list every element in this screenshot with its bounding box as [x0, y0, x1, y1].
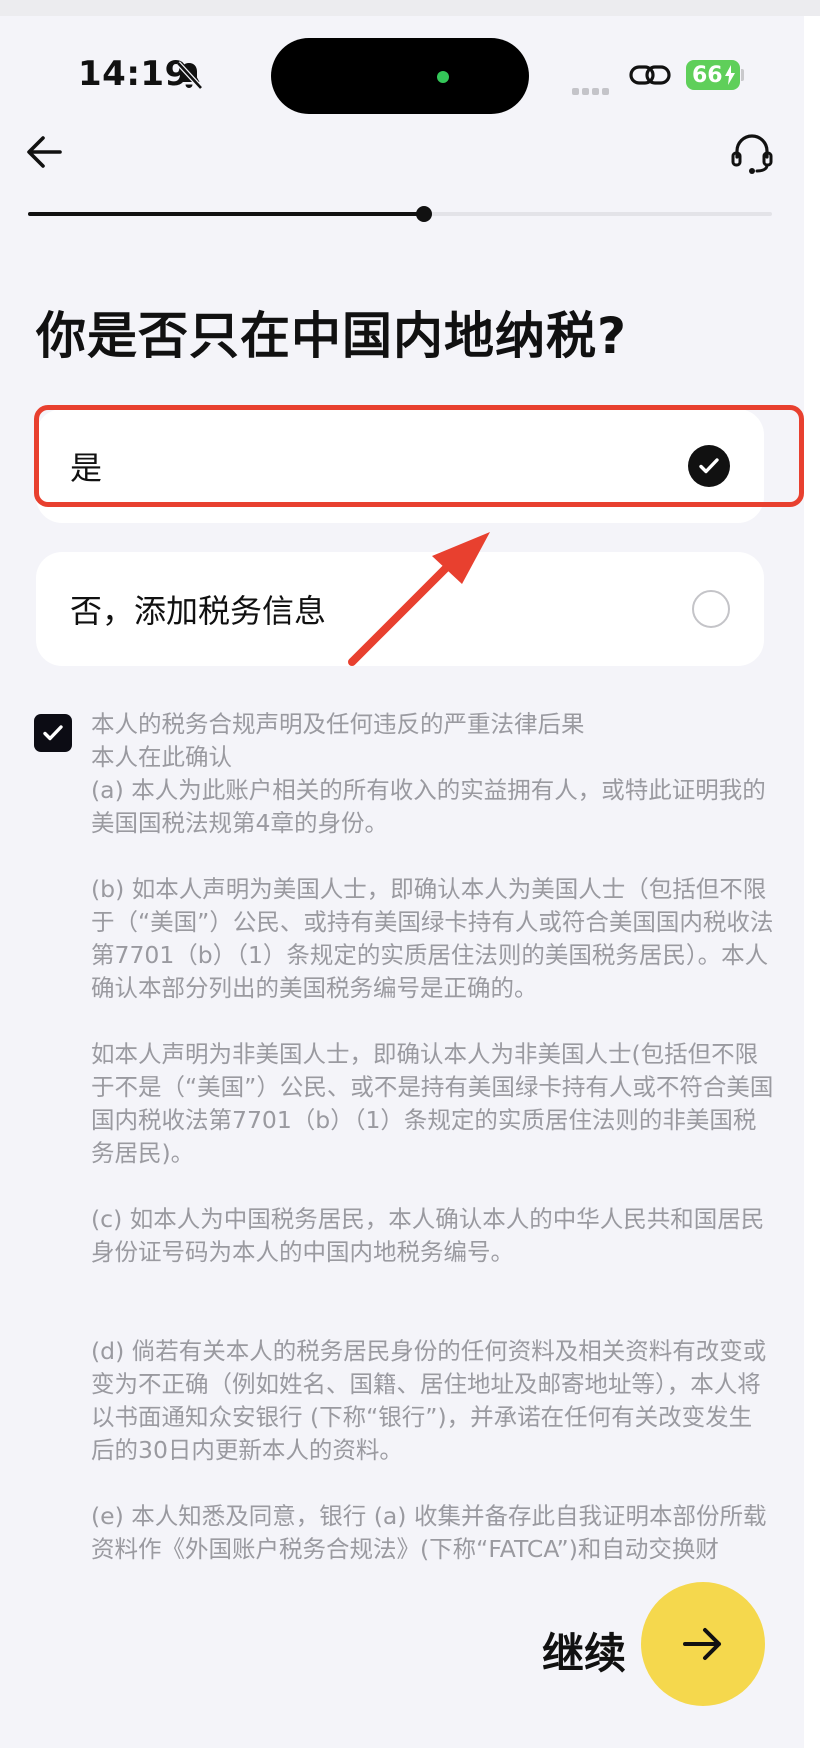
check-circle-icon: [688, 445, 730, 487]
battery-cap: [741, 69, 744, 81]
progress-bar: [28, 206, 772, 222]
declaration-heading: 本人的税务合规声明及任何违反的严重法律后果: [91, 710, 585, 738]
link-icon: [629, 65, 671, 85]
declaration-non-us: 如本人声明为非美国人士，即确认本人为非美国人士(包括但不限于不是（“美国”）公民…: [91, 1040, 774, 1167]
option-yes-label: 是: [70, 449, 103, 487]
declaration-clause-c: (c) 如本人为中国税务居民，本人确认本人的中华人民共和国居民身份证号码为本人的…: [91, 1205, 765, 1266]
declaration-clause-b: (b) 如本人声明为美国人士，即确认本人为美国人士（包括但不限于（“美国”）公民…: [91, 875, 774, 1002]
annotation-arrow-icon: [348, 532, 490, 666]
declaration-clause-e: (e) 本人知悉及同意，银行 (a) 收集并备存此自我证明本部份所载资料作《外国…: [91, 1502, 767, 1562]
declaration-clause-d: (d) 倘若有关本人的税务居民身份的任何资料及相关资料有改变或变为不正确（例如姓…: [91, 1337, 767, 1464]
customer-service-button[interactable]: [726, 128, 778, 180]
checkmark-icon: [43, 725, 63, 741]
signal-icon: [572, 80, 612, 99]
option-no-label: 否，添加税务信息: [70, 592, 327, 630]
back-button[interactable]: [20, 128, 68, 176]
progress-fill: [28, 212, 424, 216]
right-gutter: [804, 16, 820, 1748]
arrow-right-icon: [683, 1628, 721, 1660]
headset-icon: [731, 134, 773, 174]
option-yes[interactable]: 是: [36, 409, 764, 523]
continue-label[interactable]: 继续: [542, 1620, 626, 1681]
declaration-clause-a: (a) 本人为此账户相关的所有收入的实益拥有人，或特此证明我的美国国税法规第4章…: [91, 776, 766, 837]
consent-checkbox[interactable]: [34, 714, 72, 752]
battery-level: 66: [692, 62, 723, 88]
charging-bolt-icon: [724, 65, 735, 85]
top-strip: [0, 0, 820, 16]
progress-knob: [415, 206, 432, 222]
battery-indicator: 66: [686, 60, 740, 90]
arrow-left-icon: [27, 136, 62, 168]
continue-button[interactable]: [641, 1582, 765, 1706]
bell-muted-icon: [176, 61, 203, 90]
camera-indicator: [437, 71, 449, 83]
tax-declaration-text: 本人的税务合规声明及任何违反的严重法律后果 本人在此确认 (a) 本人为此账户相…: [91, 708, 775, 1562]
radio-unselected-icon: [692, 590, 730, 628]
page-title: 你是否只在中国内地纳税?: [36, 307, 628, 365]
declaration-confirm: 本人在此确认: [91, 743, 232, 771]
dynamic-island: [271, 38, 529, 114]
